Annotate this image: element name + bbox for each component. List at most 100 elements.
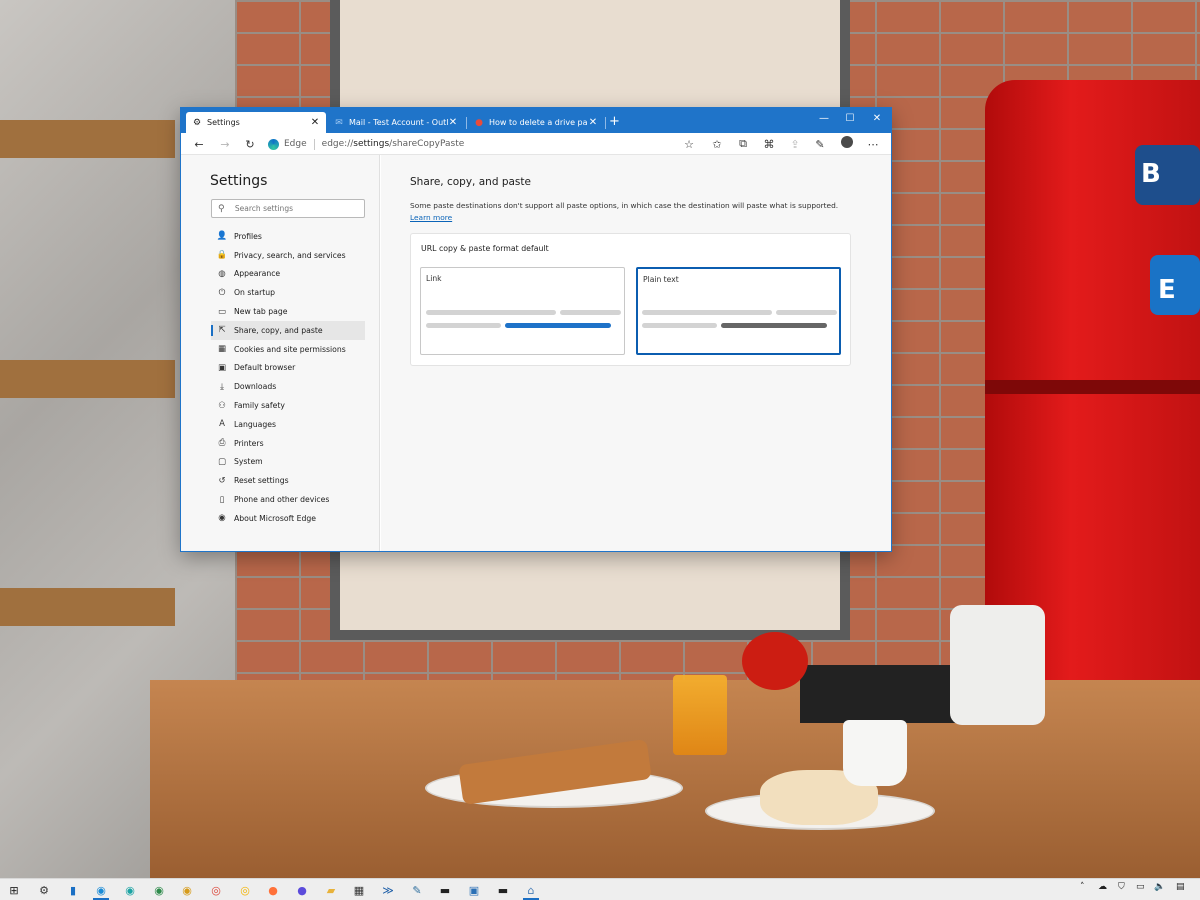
collections-icon[interactable]: ⧉ <box>735 136 751 152</box>
preview-bar <box>642 323 717 328</box>
sidebar-item-profiles[interactable]: 👤 Profiles <box>211 227 365 246</box>
address-bar[interactable]: Edge edge://settings/shareCopyPaste <box>268 135 700 153</box>
sidebar-item-appearance[interactable]: ◍ Appearance <box>211 265 365 284</box>
powershell-icon[interactable]: ≫ <box>377 881 399 899</box>
edge-icon[interactable]: ◉ <box>90 881 112 900</box>
edge-dev-icon[interactable]: ◉ <box>148 881 170 899</box>
chrome-icon[interactable]: ◎ <box>205 881 227 899</box>
reset-icon: ↺ <box>218 475 226 486</box>
more-options-icon[interactable]: ⋯ <box>865 136 881 152</box>
start-icon[interactable]: ⊞ <box>3 881 25 899</box>
sidebar-item-languages[interactable]: A Languages <box>211 415 365 434</box>
forward-button[interactable]: → <box>217 136 233 152</box>
search-settings-box[interactable]: ⚲ <box>211 199 365 218</box>
firefox-icon[interactable]: ● <box>262 881 284 899</box>
sidebar-item-label: Printers <box>234 438 264 448</box>
close-tab-icon[interactable]: ✕ <box>310 117 320 128</box>
wallpaper-juice <box>673 675 727 755</box>
network-icon[interactable]: ▭ <box>1136 882 1145 892</box>
sidebar-item-cookies[interactable]: ▦ Cookies and site permissions <box>211 340 365 359</box>
cmd-icon[interactable]: ▬ <box>492 881 514 899</box>
onedrive-icon[interactable]: ☁ <box>1098 882 1107 892</box>
feedback-icon[interactable]: ✎ <box>812 136 828 152</box>
maximize-button[interactable]: ☐ <box>837 110 863 126</box>
tab-separator <box>466 117 467 129</box>
chevron-up-icon[interactable]: ˄ <box>1080 882 1085 892</box>
download-icon: ⤓ <box>220 381 224 392</box>
store-icon[interactable]: ▦ <box>348 881 370 899</box>
photos-icon[interactable]: ▣ <box>463 881 485 899</box>
sidebar-item-privacy[interactable]: 🔒 Privacy, search, and services <box>211 246 365 265</box>
tab-settings[interactable]: ⚙ Settings ✕ <box>186 112 326 133</box>
url-prefix: edge:// <box>321 139 354 149</box>
preview-bar <box>776 310 837 315</box>
sidebar-item-label: Default browser <box>234 363 296 373</box>
refresh-button[interactable]: ↻ <box>242 136 258 152</box>
share-icon[interactable]: ⇪ <box>787 136 803 152</box>
edge-beta-icon[interactable]: ◉ <box>119 881 141 899</box>
terminal-icon[interactable]: ▬ <box>434 881 456 899</box>
notepad-icon[interactable]: ✎ <box>406 881 428 899</box>
firefox-dev-icon[interactable]: ● <box>291 881 313 899</box>
system-icon: ▢ <box>217 456 227 467</box>
family-icon: ⚇ <box>218 400 226 411</box>
extension-icon[interactable]: ⌘ <box>761 136 777 152</box>
wallpaper-shelf <box>0 360 175 398</box>
sidebar-item-label: Languages <box>234 419 276 429</box>
volume-icon[interactable]: 🔈 <box>1154 882 1165 892</box>
folder-icon[interactable]: ▰ <box>320 881 342 899</box>
option-plain-text[interactable]: Plain text <box>636 267 841 355</box>
sidebar-item-label: Phone and other devices <box>234 495 330 505</box>
notification-icon[interactable]: ▤ <box>1176 882 1185 892</box>
address-scheme-label: Edge <box>284 139 307 149</box>
wallpaper-jar <box>950 605 1045 725</box>
network-drive-icon[interactable]: ⌂ <box>520 881 542 900</box>
sidebar-item-label: On startup <box>234 288 276 298</box>
url-format-card: URL copy & paste format default Link Pla… <box>410 233 851 366</box>
chrome-canary-icon[interactable]: ◎ <box>234 881 256 899</box>
tab-windows-central[interactable]: ● How to delete a drive partition o ✕ <box>468 112 604 133</box>
gear-icon: ⚙ <box>192 117 202 128</box>
file-icon[interactable]: ▮ <box>62 881 84 899</box>
edge-canary-icon[interactable]: ◉ <box>176 881 198 899</box>
tab-strip: ⚙ Settings ✕ ✉ Mail - Test Account - Out… <box>181 108 891 133</box>
sidebar-item-label: Profiles <box>234 231 262 241</box>
sidebar-item-about-edge[interactable]: ◉ About Microsoft Edge <box>211 509 365 528</box>
sidebar-item-downloads[interactable]: ⤓ Downloads <box>211 377 365 396</box>
preview-bar <box>426 323 501 328</box>
sidebar-item-system[interactable]: ▢ System <box>211 453 365 472</box>
sidebar-item-on-startup[interactable]: ⏻ On startup <box>211 283 365 302</box>
favorites-list-icon[interactable]: ✩ <box>709 136 725 152</box>
profile-icon: 👤 <box>216 231 228 242</box>
sidebar-item-default-browser[interactable]: ▣ Default browser <box>211 359 365 378</box>
sidebar-item-label: About Microsoft Edge <box>234 513 316 523</box>
wallpaper-dish <box>800 665 968 723</box>
lock-icon: 🔒 <box>216 250 228 261</box>
tab-outlook-mail[interactable]: ✉ Mail - Test Account - Outlook ✕ <box>328 112 464 133</box>
option-link[interactable]: Link <box>420 267 625 355</box>
tab-label: Settings <box>207 118 240 127</box>
preview-link-bar <box>505 323 611 328</box>
close-tab-icon[interactable]: ✕ <box>448 117 458 128</box>
sidebar-item-family-safety[interactable]: ⚇ Family safety <box>211 396 365 415</box>
profile-avatar[interactable] <box>841 136 853 148</box>
sidebar-item-reset-settings[interactable]: ↺ Reset settings <box>211 471 365 490</box>
sidebar-item-printers[interactable]: ⎙ Printers <box>211 434 365 453</box>
sidebar-item-label: Downloads <box>234 382 277 392</box>
close-tab-icon[interactable]: ✕ <box>588 117 598 128</box>
close-window-button[interactable]: ✕ <box>864 110 890 126</box>
defender-icon[interactable]: ⛉ <box>1118 882 1125 892</box>
tab-label: How to delete a drive partition o <box>489 118 588 127</box>
minimize-button[interactable]: — <box>811 110 837 126</box>
tab-separator <box>605 117 606 129</box>
sidebar-item-phone-devices[interactable]: ▯ Phone and other devices <box>211 490 365 509</box>
learn-more-link[interactable]: Learn more <box>410 213 452 222</box>
sidebar-item-label: Share, copy, and paste <box>234 325 323 335</box>
sidebar-item-share-copy-paste[interactable]: ⇱ Share, copy, and paste <box>211 320 365 340</box>
settings-icon[interactable]: ⚙ <box>33 881 55 899</box>
search-input[interactable] <box>234 204 364 213</box>
sidebar-item-new-tab-page[interactable]: ▭ New tab page <box>211 302 365 321</box>
new-tab-button[interactable]: + <box>609 114 620 129</box>
back-button[interactable]: ← <box>191 136 207 152</box>
favorite-star-icon[interactable]: ☆ <box>681 136 697 152</box>
